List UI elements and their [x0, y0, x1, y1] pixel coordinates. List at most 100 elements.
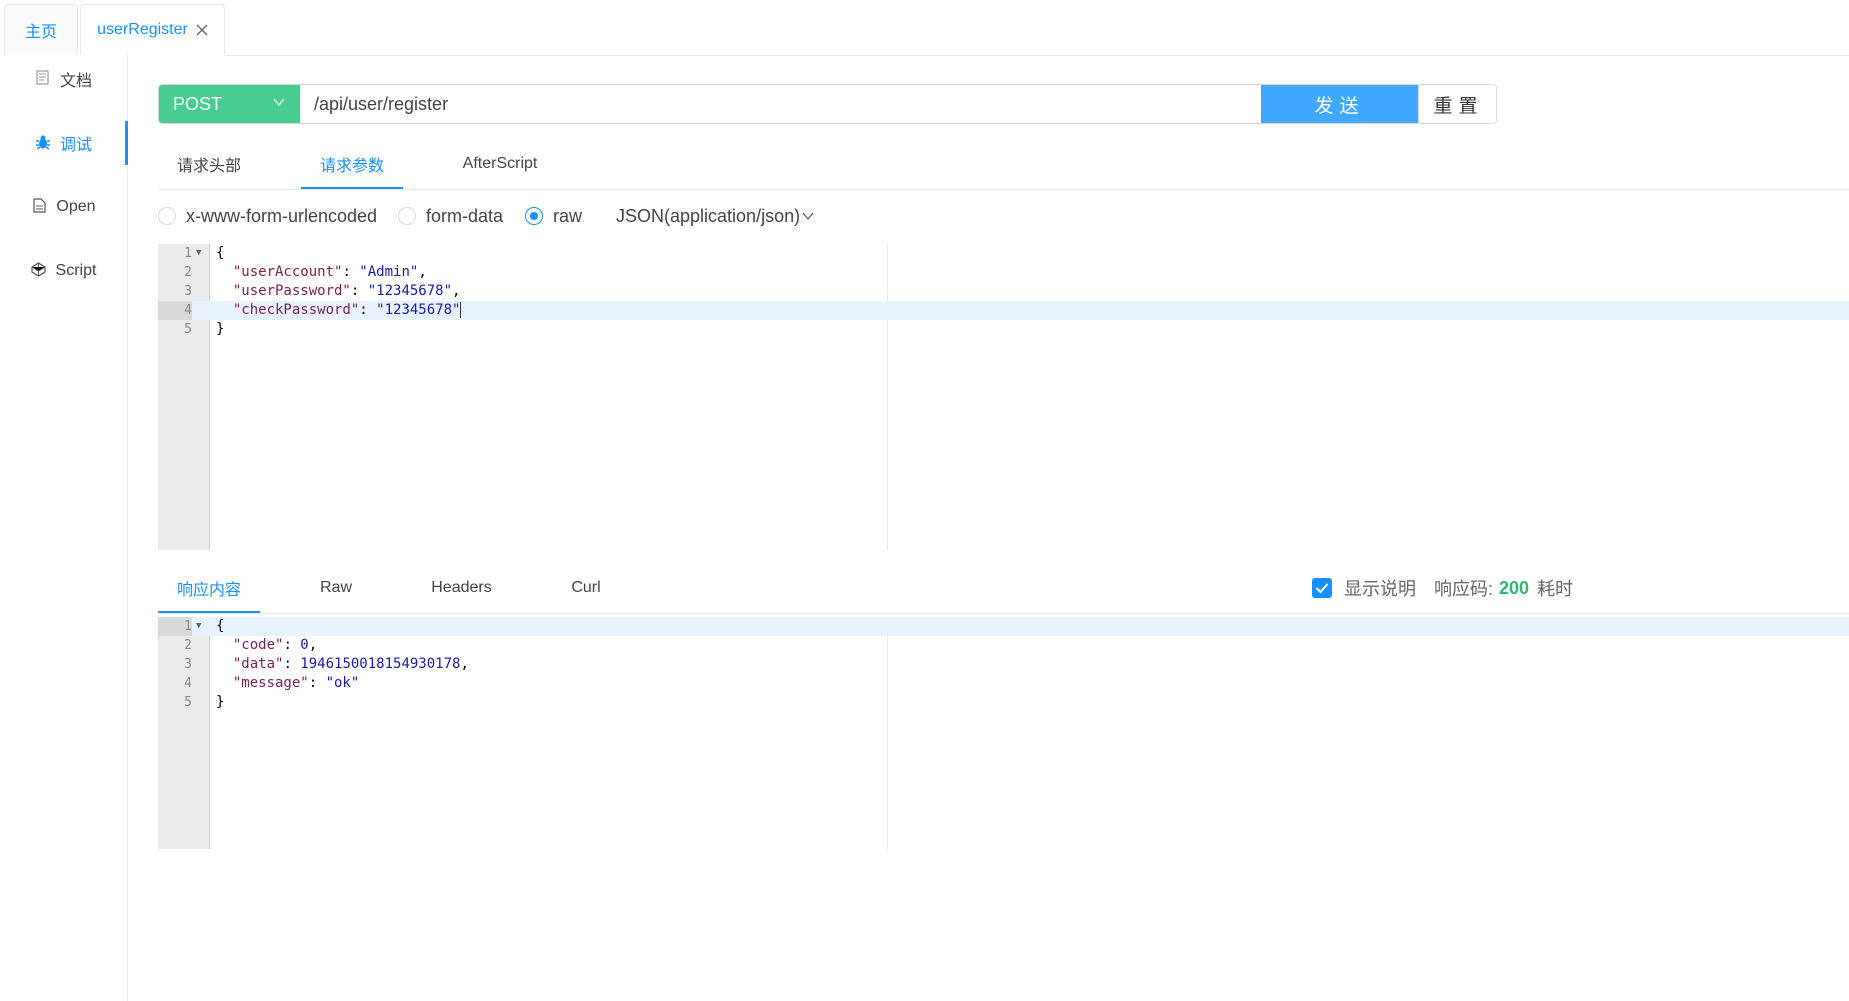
- sidebar: 文档 调试 Open Script: [0, 55, 128, 1001]
- radio-circle: [525, 207, 543, 225]
- json-comma: ,: [308, 637, 318, 653]
- status-code-value: 200: [1499, 577, 1530, 598]
- json-value: "12345678": [367, 283, 453, 299]
- line-number: 2: [184, 638, 192, 653]
- code-line: 2 "code": 0,: [158, 636, 1849, 655]
- body-type-selector: x-www-form-urlencoded form-data raw JSON…: [158, 200, 1158, 232]
- sidebar-item-label: 调试: [59, 137, 92, 154]
- sidebar-item-docs[interactable]: 文档: [0, 59, 127, 99]
- sidebar-item-debug[interactable]: 调试: [0, 121, 128, 165]
- json-comma: ,: [418, 264, 427, 280]
- tab-response-curl[interactable]: Curl: [558, 565, 614, 611]
- response-meta: 显示说明 响应码: 200 耗时: [1312, 565, 1573, 611]
- tab-response-content[interactable]: 响应内容: [158, 565, 260, 613]
- tab-response-raw[interactable]: Raw: [304, 565, 368, 611]
- content-type-value: JSON(application/json): [616, 205, 801, 226]
- bug-icon: [35, 134, 51, 153]
- line-number: 5: [184, 322, 192, 337]
- radio-urlencoded[interactable]: x-www-form-urlencoded: [158, 200, 377, 232]
- tab-user-register[interactable]: userRegister: [80, 4, 225, 56]
- time-label: 耗时: [1537, 579, 1574, 599]
- line-number: 3: [184, 284, 192, 299]
- show-description-checkbox[interactable]: [1312, 578, 1332, 598]
- line-number: 2: [184, 265, 192, 280]
- line-number: 1: [158, 617, 192, 636]
- json-value: 0: [300, 637, 309, 653]
- radio-raw[interactable]: raw: [525, 200, 582, 232]
- code-text: "message": "ok": [232, 675, 360, 691]
- json-key: "message": [232, 675, 309, 691]
- status-code-label: 响应码:: [1434, 579, 1494, 599]
- line-number: 1: [184, 246, 192, 261]
- sidebar-item-label: Script: [55, 262, 97, 279]
- sidebar-item-open[interactable]: Open: [0, 187, 127, 227]
- code-line: 1 ▼ {: [158, 244, 1849, 263]
- code-text: "userPassword": "12345678",: [232, 283, 461, 299]
- code-text: "code": 0,: [232, 637, 318, 653]
- code-text: }: [216, 321, 225, 337]
- code-text: {: [216, 618, 225, 634]
- request-bar: POST /api/user/register 发送 重置: [158, 84, 1497, 124]
- close-icon[interactable]: [196, 20, 208, 41]
- json-comma: ,: [460, 656, 469, 672]
- json-value: 1946150018154930178: [300, 656, 461, 672]
- line-number: 4: [158, 301, 192, 320]
- method-select[interactable]: POST: [159, 85, 300, 123]
- json-value: "Admin": [359, 264, 419, 280]
- fold-arrow-icon[interactable]: ▼: [196, 617, 201, 636]
- code-line-active: 1 ▼ {: [158, 617, 1849, 636]
- content-type-select[interactable]: JSON(application/json): [616, 200, 814, 232]
- code-text: "userAccount": "Admin",: [232, 264, 427, 280]
- json-key: "code": [232, 637, 284, 653]
- code-line: 2 "userAccount": "Admin",: [158, 263, 1849, 282]
- radio-label: raw: [553, 205, 583, 226]
- radio-circle: [158, 207, 176, 225]
- radio-label: x-www-form-urlencoded: [186, 205, 378, 226]
- tab-home[interactable]: 主页: [4, 4, 78, 54]
- line-number: 3: [184, 657, 192, 672]
- json-value: "ok": [325, 675, 360, 691]
- method-value: POST: [173, 93, 223, 114]
- request-body-editor[interactable]: 1 ▼ { 2 "userAccount": "Admin", 3 "userP…: [158, 244, 1849, 550]
- text-cursor: [460, 302, 462, 318]
- json-value: "12345678": [376, 302, 461, 318]
- url-input[interactable]: /api/user/register: [300, 85, 1261, 123]
- tab-bar: 主页 userRegister: [0, 0, 1849, 56]
- json-key: "data": [232, 656, 284, 672]
- tab-after-script[interactable]: AfterScript: [440, 140, 560, 187]
- code-line: 3 "data": 1946150018154930178,: [158, 655, 1849, 674]
- tab-response-headers[interactable]: Headers: [418, 565, 505, 611]
- code-line-active: 4 "checkPassword": "12345678": [158, 301, 1849, 320]
- chevron-down-icon: [802, 206, 814, 227]
- show-description-label: 显示说明: [1344, 579, 1416, 599]
- code-text: }: [216, 694, 225, 710]
- json-key: "userAccount": [232, 264, 343, 280]
- send-button[interactable]: 发送: [1261, 85, 1418, 123]
- radio-circle: [398, 207, 416, 225]
- response-body-editor[interactable]: 1 ▼ { 2 "code": 0, 3 "data": 19461500181…: [158, 617, 1849, 849]
- line-number: 5: [184, 695, 192, 710]
- code-line: 4 "message": "ok": [158, 674, 1849, 693]
- code-text: {: [216, 245, 225, 261]
- code-line: 5 }: [158, 320, 1849, 339]
- code-line: 3 "userPassword": "12345678",: [158, 282, 1849, 301]
- reset-button[interactable]: 重置: [1418, 85, 1496, 123]
- codepen-icon: [31, 262, 47, 280]
- line-number: 4: [184, 676, 192, 691]
- chevron-down-icon: [272, 95, 286, 112]
- sidebar-item-label: Open: [56, 198, 96, 215]
- request-tabs: 请求头部 请求参数 AfterScript: [158, 140, 1849, 190]
- json-key: "userPassword": [232, 283, 351, 299]
- fold-arrow-icon[interactable]: ▼: [196, 244, 201, 263]
- sidebar-item-script[interactable]: Script: [0, 251, 127, 291]
- tab-request-params[interactable]: 请求参数: [301, 140, 403, 189]
- document-icon: [35, 70, 51, 88]
- radio-form-data[interactable]: form-data: [398, 200, 503, 232]
- json-key: "checkPassword": [232, 302, 360, 318]
- tab-user-register-label: userRegister: [97, 21, 188, 38]
- code-text: "data": 1946150018154930178,: [232, 656, 469, 672]
- json-comma: ,: [452, 283, 461, 299]
- tab-request-headers[interactable]: 请求头部: [158, 140, 260, 187]
- sidebar-item-label: 文档: [59, 73, 92, 90]
- response-tabs: 响应内容 Raw Headers Curl 显示说明 响应码: 200 耗时: [158, 565, 1849, 614]
